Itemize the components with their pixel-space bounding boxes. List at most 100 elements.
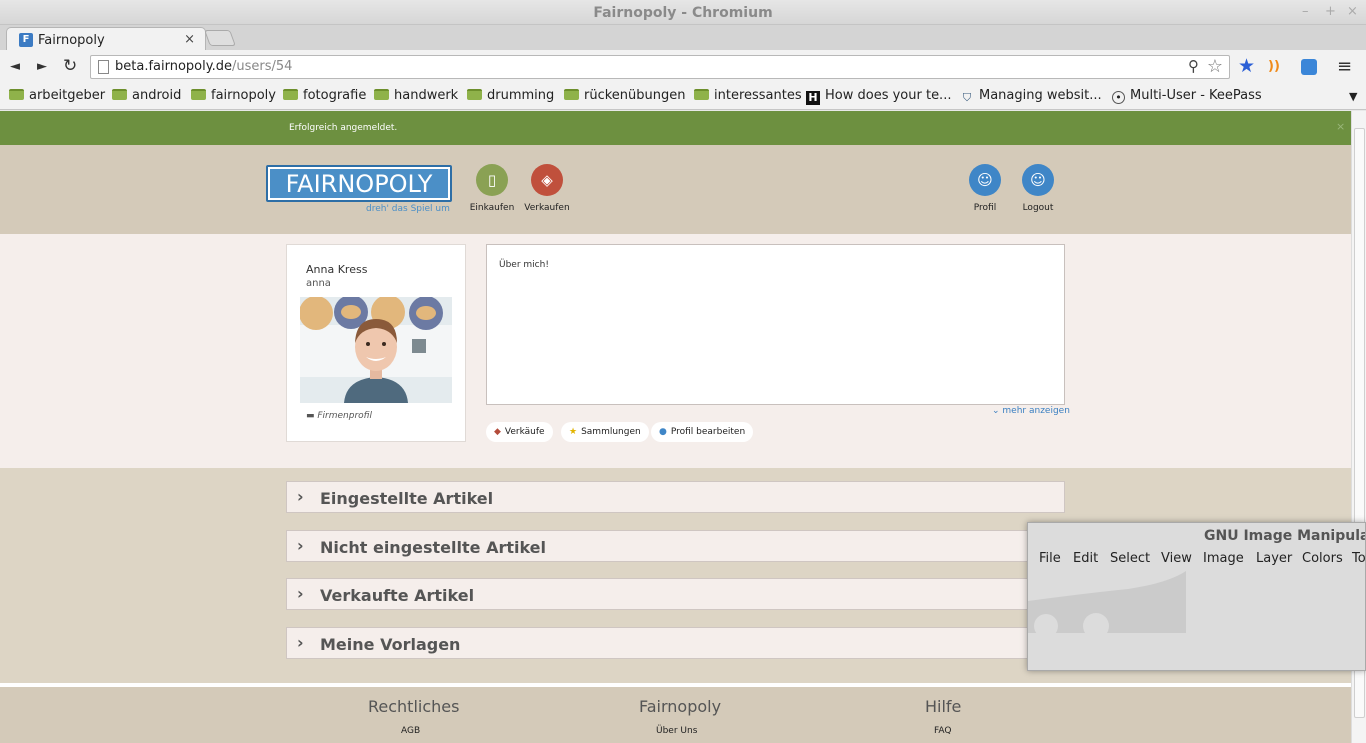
profil-bearbeiten-button[interactable]: ● Profil bearbeiten (651, 422, 754, 442)
reload-icon[interactable]: ↻ (63, 56, 77, 76)
bookmark-arbeitgeber[interactable]: arbeitgeber (9, 88, 105, 103)
folder-icon (467, 89, 482, 100)
profile-photo-image (300, 297, 452, 403)
bookmark-label: handwerk (394, 88, 459, 103)
profile-photo (300, 297, 452, 403)
section-nicht-eingestellte-artikel[interactable]: › Nicht eingestellte Artikel (286, 530, 1065, 562)
chevron-down-icon: ⌄ (992, 406, 1003, 416)
bookmark-fairnopoly[interactable]: fairnopoly (191, 88, 276, 103)
folder-icon (374, 89, 389, 100)
bookmarks-extension-icon[interactable]: ★ (1238, 55, 1255, 77)
bookmark-label: rückenübungen (584, 88, 686, 103)
gimp-menu-image[interactable]: Image (1203, 551, 1244, 566)
h-site-icon: H (806, 91, 820, 105)
footer-heading-fairnopoly: Fairnopoly (639, 697, 722, 716)
profile-card: Anna Kress anna ▬ Firmenprofil (286, 244, 466, 442)
footer-link-faq[interactable]: FAQ (934, 726, 951, 736)
logout-link[interactable]: Logout (1008, 203, 1068, 213)
bookmark-rueckenuebungen[interactable]: rückenübungen (564, 88, 686, 103)
bookmark-handwerk[interactable]: handwerk (374, 88, 458, 103)
logout-user-icon[interactable]: ☺ (1022, 164, 1054, 196)
mehr-anzeigen-text: mehr anzeigen (1002, 406, 1070, 416)
footer-link-agb[interactable]: AGB (401, 726, 420, 736)
rss-icon[interactable]: )) (1268, 59, 1280, 74)
site-header: FAIRNOPOLY dreh' das Spiel um ▯ Einkaufe… (0, 145, 1351, 234)
gimp-menu-edit[interactable]: Edit (1073, 551, 1098, 566)
url-text: beta.fairnopoly.de/users/54 (115, 59, 292, 74)
folder-icon (694, 89, 709, 100)
bookmark-how-does-your[interactable]: H How does your te... (806, 88, 951, 105)
bookmark-android[interactable]: android (112, 88, 181, 103)
star-icon: ★ (569, 427, 578, 437)
fairnopoly-logo[interactable]: FAIRNOPOLY (266, 165, 452, 202)
flash-close-icon[interactable]: × (1336, 120, 1345, 133)
verkaeufe-label: Verkäufe (504, 427, 545, 437)
profil-bearbeiten-label: Profil bearbeiten (670, 427, 746, 437)
verkaufen-tag-icon[interactable]: ◈ (531, 164, 563, 196)
bookmark-fotografie[interactable]: fotografie (283, 88, 366, 103)
folder-icon (191, 89, 206, 100)
bookmark-managing-websit[interactable]: ⛉ Managing websit... (960, 88, 1102, 105)
profile-section: Anna Kress anna ▬ Firmenprofil Über mich… (0, 234, 1351, 468)
tab-strip: F Fairnopoly × (0, 25, 1366, 51)
footer-link-ueber-uns[interactable]: Über Uns (656, 726, 697, 736)
gimp-menu-select[interactable]: Select (1110, 551, 1150, 566)
about-me-box: Über mich! (486, 244, 1065, 405)
tab-close-icon[interactable]: × (184, 32, 195, 47)
gimp-menu-file[interactable]: File (1039, 551, 1061, 566)
footer-heading-rechtliches: Rechtliches (368, 697, 460, 716)
section-meine-vorlagen[interactable]: › Meine Vorlagen (286, 627, 1065, 659)
section-verkaufte-artikel[interactable]: › Verkaufte Artikel (286, 578, 1065, 610)
chevron-right-icon: › (297, 584, 304, 603)
browser-toolbar: ◄ ► ↻ beta.fairnopoly.de/users/54 ⚲ ☆ ★ … (0, 50, 1366, 84)
maximize-icon[interactable]: + (1325, 4, 1336, 19)
section-eingestellte-artikel[interactable]: › Eingestellte Artikel (286, 481, 1065, 513)
bookmark-label: How does your te... (825, 88, 952, 103)
profil-user-icon[interactable]: ☺ (969, 164, 1001, 196)
url-host: beta.fairnopoly.de (115, 59, 232, 74)
shield-icon: ⛉ (962, 91, 972, 104)
wilber-watermark-icon (1028, 571, 1186, 633)
verkaufen-link[interactable]: Verkaufen (517, 203, 577, 213)
section-label: Nicht eingestellte Artikel (320, 538, 547, 557)
bookmark-label: drumming (487, 88, 555, 103)
sammlungen-button[interactable]: ★ Sammlungen (561, 422, 649, 442)
about-me-text: Über mich! (499, 260, 549, 270)
close-window-icon[interactable]: × (1347, 4, 1358, 19)
bookmark-label: android (132, 88, 182, 103)
verkaeufe-button[interactable]: ◆ Verkäufe (486, 422, 553, 442)
bookmarks-overflow-icon[interactable]: ▼ (1349, 90, 1357, 103)
gimp-menu-colors[interactable]: Colors (1302, 551, 1343, 566)
minimize-icon[interactable]: – (1302, 4, 1309, 19)
chevron-right-icon: › (297, 633, 304, 652)
profile-username: anna (306, 278, 331, 289)
firmenprofil-text: Firmenprofil (317, 411, 372, 421)
search-icon[interactable]: ⚲ (1188, 57, 1199, 75)
sammlungen-label: Sammlungen (581, 427, 641, 437)
back-icon[interactable]: ◄ (10, 59, 20, 74)
gimp-menu-tools[interactable]: To (1352, 551, 1365, 566)
slogan: dreh' das Spiel um (366, 204, 450, 214)
bookmark-label: arbeitgeber (29, 88, 106, 103)
user-icon: ● (659, 427, 667, 437)
menu-icon[interactable]: ≡ (1337, 56, 1352, 77)
flash-text: Erfolgreich angemeldet. (289, 123, 398, 133)
gimp-menu-layer[interactable]: Layer (1256, 551, 1292, 566)
address-bar[interactable]: beta.fairnopoly.de/users/54 ⚲ ☆ (90, 55, 1230, 79)
einkaufen-link[interactable]: Einkaufen (462, 203, 522, 213)
tab-fairnopoly[interactable]: F Fairnopoly × (6, 27, 206, 51)
gimp-menu-view[interactable]: View (1161, 551, 1192, 566)
bookmark-keepass[interactable]: • Multi-User - KeePass (1112, 88, 1262, 104)
bookmark-star-icon[interactable]: ☆ (1207, 56, 1223, 77)
bookmark-interessantes[interactable]: interessantes (694, 88, 802, 103)
gimp-window[interactable]: GNU Image Manipulat File Edit Select Vie… (1027, 522, 1366, 671)
extension-badge-icon[interactable] (1301, 59, 1317, 75)
firmenprofil-label: ▬ Firmenprofil (306, 411, 372, 421)
mehr-anzeigen-link[interactable]: ⌄ mehr anzeigen (992, 406, 1070, 416)
forward-icon[interactable]: ► (37, 59, 47, 74)
bookmark-drumming[interactable]: drumming (467, 88, 554, 103)
new-tab-button[interactable] (204, 30, 236, 46)
profil-link[interactable]: Profil (955, 203, 1015, 213)
site-footer: Rechtliches AGB Fairnopoly Über Uns Hilf… (0, 687, 1351, 743)
einkaufen-bag-icon[interactable]: ▯ (476, 164, 508, 196)
